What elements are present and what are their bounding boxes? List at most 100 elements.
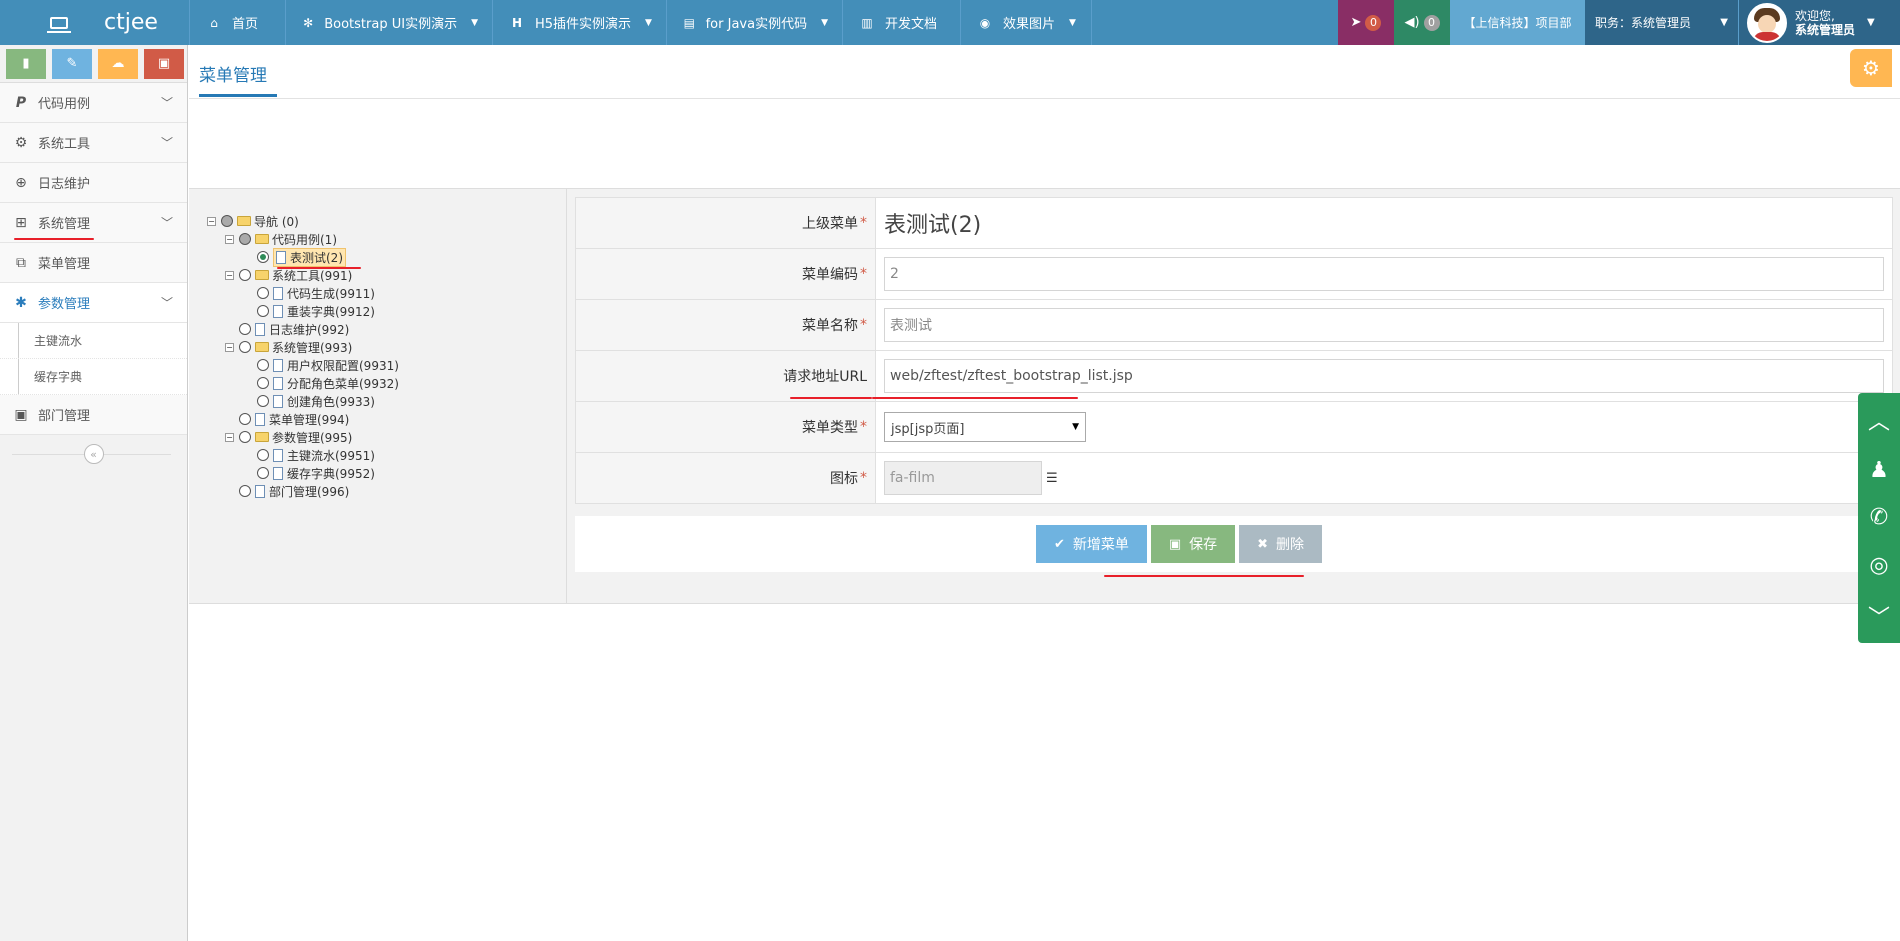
sidebar-item-department-management[interactable]: ▣ 部门管理 xyxy=(0,395,187,435)
sidebar-item-label: 部门管理 xyxy=(38,409,91,424)
caret-down-icon: ▼ xyxy=(1072,422,1079,432)
tab-menu-management[interactable]: 菜单管理 xyxy=(199,61,277,97)
tree-radio[interactable] xyxy=(257,287,269,299)
tasks-button[interactable]: ➤ 0 xyxy=(1338,0,1394,45)
tree-radio[interactable] xyxy=(239,485,251,497)
shortcut-signal-button[interactable]: ▮ xyxy=(6,48,46,79)
menu-name-field[interactable] xyxy=(884,308,1884,342)
sidebar-item-label: 菜单管理 xyxy=(38,257,91,272)
shortcut-cogs-button[interactable]: ▣ xyxy=(144,48,184,79)
main-content: 菜单管理 ⚙ − 导航 (0) − 代码用例(1) 表测试(2) − 系统工具(… xyxy=(189,45,1900,941)
tree-radio[interactable] xyxy=(257,377,269,389)
folder-icon xyxy=(255,342,269,352)
tree-node[interactable]: 重装字典(9912) xyxy=(257,302,375,320)
tree-radio[interactable] xyxy=(239,341,251,353)
sidebar-item-menu-management[interactable]: ⧉ 菜单管理 xyxy=(0,243,187,283)
tree-radio[interactable] xyxy=(239,233,251,245)
tree-node[interactable]: 菜单管理(994) xyxy=(239,410,349,428)
nav-screenshots[interactable]: ◉ 效果图片 ▼ xyxy=(961,0,1092,45)
sidebar-item-system-tools[interactable]: ⚙ 系统工具 ﹀ xyxy=(0,123,187,163)
qq-icon[interactable]: ♟ xyxy=(1869,458,1889,483)
tree-node[interactable]: − 系统管理(993) xyxy=(225,338,352,356)
notices-button[interactable]: ◀) 0 xyxy=(1394,0,1450,45)
sidebar-item-param-management[interactable]: ✱ 参数管理 ﹀ xyxy=(0,283,187,323)
sidebar-subitem-primary-key-serial[interactable]: 主键流水 xyxy=(0,323,187,359)
tree-radio-checked[interactable] xyxy=(257,251,269,263)
sidebar-item-system-management[interactable]: ⊞ 系统管理 ﹀ xyxy=(0,203,187,243)
tree-node-label: 用户权限配置(9931) xyxy=(287,358,399,373)
shortcut-users-button[interactable]: ☁ xyxy=(98,48,138,79)
delete-label: 删除 xyxy=(1276,537,1305,553)
floppy-icon: ▣ xyxy=(1168,536,1182,552)
settings-button[interactable]: ⚙ xyxy=(1850,49,1892,87)
nav-java-code[interactable]: ▤ for Java实例代码 ▼ xyxy=(667,0,843,45)
user-menu[interactable]: 欢迎您, 系统管理员 ▼ xyxy=(1738,0,1900,45)
tree-radio[interactable] xyxy=(257,449,269,461)
tree-node[interactable]: 部门管理(996) xyxy=(239,482,349,500)
request-url-field[interactable] xyxy=(884,359,1884,393)
tree-node[interactable]: 代码生成(9911) xyxy=(257,284,375,302)
double-angle-left-icon[interactable]: « xyxy=(83,444,104,464)
sidebar-item-code-examples[interactable]: P 代码用例 ﹀ xyxy=(0,83,187,123)
company-label[interactable]: 【上信科技】项目部 xyxy=(1450,0,1585,45)
nav-dev-docs[interactable]: ▥ 开发文档 xyxy=(843,0,961,45)
camera-icon: ◉ xyxy=(979,15,991,30)
wechat-icon[interactable]: ◎ xyxy=(1869,553,1888,578)
tree-node[interactable]: 分配角色菜单(9932) xyxy=(257,374,399,392)
tree-radio[interactable] xyxy=(239,413,251,425)
chevron-down-icon: ▼ xyxy=(471,17,478,28)
notices-badge: 0 xyxy=(1423,14,1440,31)
tree-radio[interactable] xyxy=(257,305,269,317)
chevron-up-icon[interactable]: ︿ xyxy=(1868,404,1890,436)
menu-code-field[interactable] xyxy=(884,257,1884,291)
nav-home[interactable]: ⌂ 首页 xyxy=(190,0,286,45)
chevron-down-icon[interactable]: ﹀ xyxy=(1868,600,1890,632)
tree-radio[interactable] xyxy=(239,269,251,281)
sidebar-item-label: 参数管理 xyxy=(38,297,91,312)
add-menu-button[interactable]: ✔ 新增菜单 xyxy=(1035,525,1147,563)
icon-field[interactable]: fa-film xyxy=(884,461,1042,495)
tree-node[interactable]: − 参数管理(995) xyxy=(225,428,352,446)
tree-node[interactable]: 缓存字典(9952) xyxy=(257,464,375,482)
tree-node[interactable]: 创建角色(9933) xyxy=(257,392,375,410)
chevron-down-icon: ▼ xyxy=(1069,17,1076,28)
tree-node[interactable]: 用户权限配置(9931) xyxy=(257,356,399,374)
phone-icon[interactable]: ✆ xyxy=(1870,505,1888,530)
tree-radio[interactable] xyxy=(239,431,251,443)
tree-toggle-icon[interactable]: − xyxy=(225,234,234,244)
delete-button[interactable]: ✖ 删除 xyxy=(1239,525,1323,563)
tree-toggle-icon[interactable]: − xyxy=(225,270,234,280)
folder-icon xyxy=(255,234,269,244)
nav-bootstrap-ui-label: Bootstrap UI实例演示 xyxy=(324,17,458,32)
tree-node-label-selected: 表测试(2) xyxy=(273,247,346,267)
tree-node[interactable]: − 代码用例(1) xyxy=(225,230,337,248)
shortcut-pencil-button[interactable]: ✎ xyxy=(52,48,92,79)
sidebar-subitem-cache-dictionary[interactable]: 缓存字典 xyxy=(0,359,187,395)
nav-bootstrap-ui[interactable]: ✻ Bootstrap UI实例演示 ▼ xyxy=(286,0,493,45)
navbar-right: ➤ 0 ◀) 0 【上信科技】项目部 职务：系统管理员 ▼ 欢迎您, 系统管理员… xyxy=(1338,0,1900,45)
tree-toggle-icon[interactable]: − xyxy=(225,342,234,352)
tree-radio[interactable] xyxy=(239,323,251,335)
list-icon[interactable]: ☰ xyxy=(1046,471,1058,486)
nav-h5-plugins[interactable]: H H5插件实例演示 ▼ xyxy=(493,0,667,45)
sidebar-collapse-bar: « xyxy=(0,439,187,469)
tree-radio[interactable] xyxy=(257,359,269,371)
tree-toggle-icon[interactable]: − xyxy=(207,216,216,226)
tree-toggle-icon[interactable]: − xyxy=(225,432,234,442)
role-dropdown[interactable]: 职务：系统管理员 ▼ xyxy=(1585,0,1738,45)
tree-node[interactable]: 日志维护(992) xyxy=(239,320,349,338)
tree-radio[interactable] xyxy=(221,215,233,227)
tree-node-selected[interactable]: 表测试(2) xyxy=(257,247,346,267)
file-icon xyxy=(255,412,265,426)
check-icon: ✔ xyxy=(1053,536,1065,552)
brand[interactable]: ctjee xyxy=(0,0,190,45)
tree-node[interactable]: 主键流水(9951) xyxy=(257,446,375,464)
tree-radio[interactable] xyxy=(257,467,269,479)
save-button[interactable]: ▣ 保存 xyxy=(1150,525,1236,563)
file-icon xyxy=(273,394,283,408)
tree-node[interactable]: − 导航 (0) xyxy=(207,212,299,230)
gear-icon: ⚙ xyxy=(14,134,28,151)
sidebar-item-log-maintenance[interactable]: ⊕ 日志维护 xyxy=(0,163,187,203)
tree-radio[interactable] xyxy=(257,395,269,407)
menu-type-select[interactable]: jsp[jsp页面] ▼ xyxy=(884,412,1086,442)
